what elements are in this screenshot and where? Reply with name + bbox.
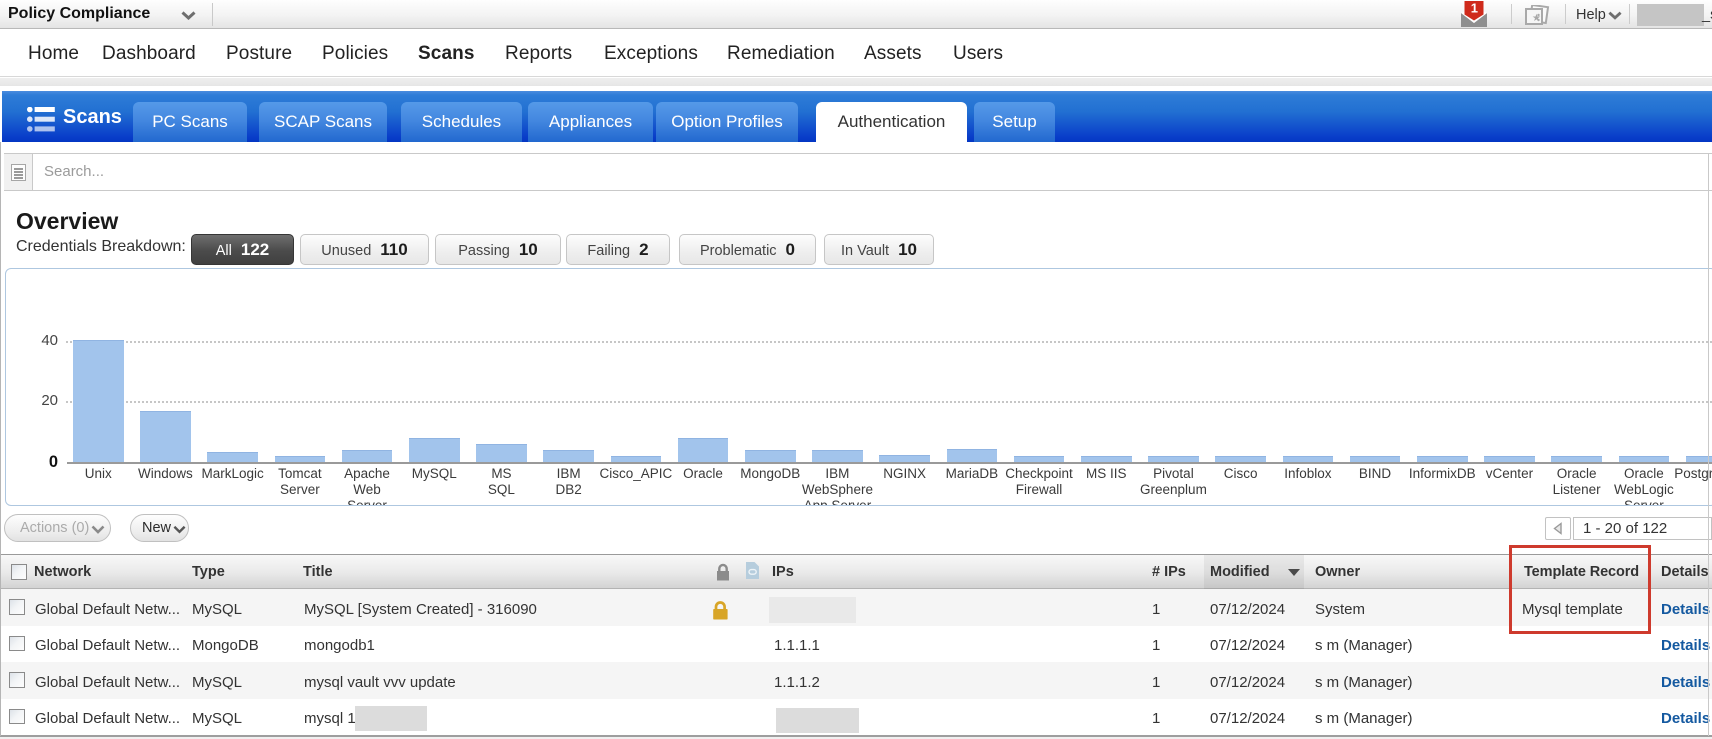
- svg-text:1: 1: [1471, 1, 1478, 16]
- svg-text:★: ★: [1532, 13, 1541, 24]
